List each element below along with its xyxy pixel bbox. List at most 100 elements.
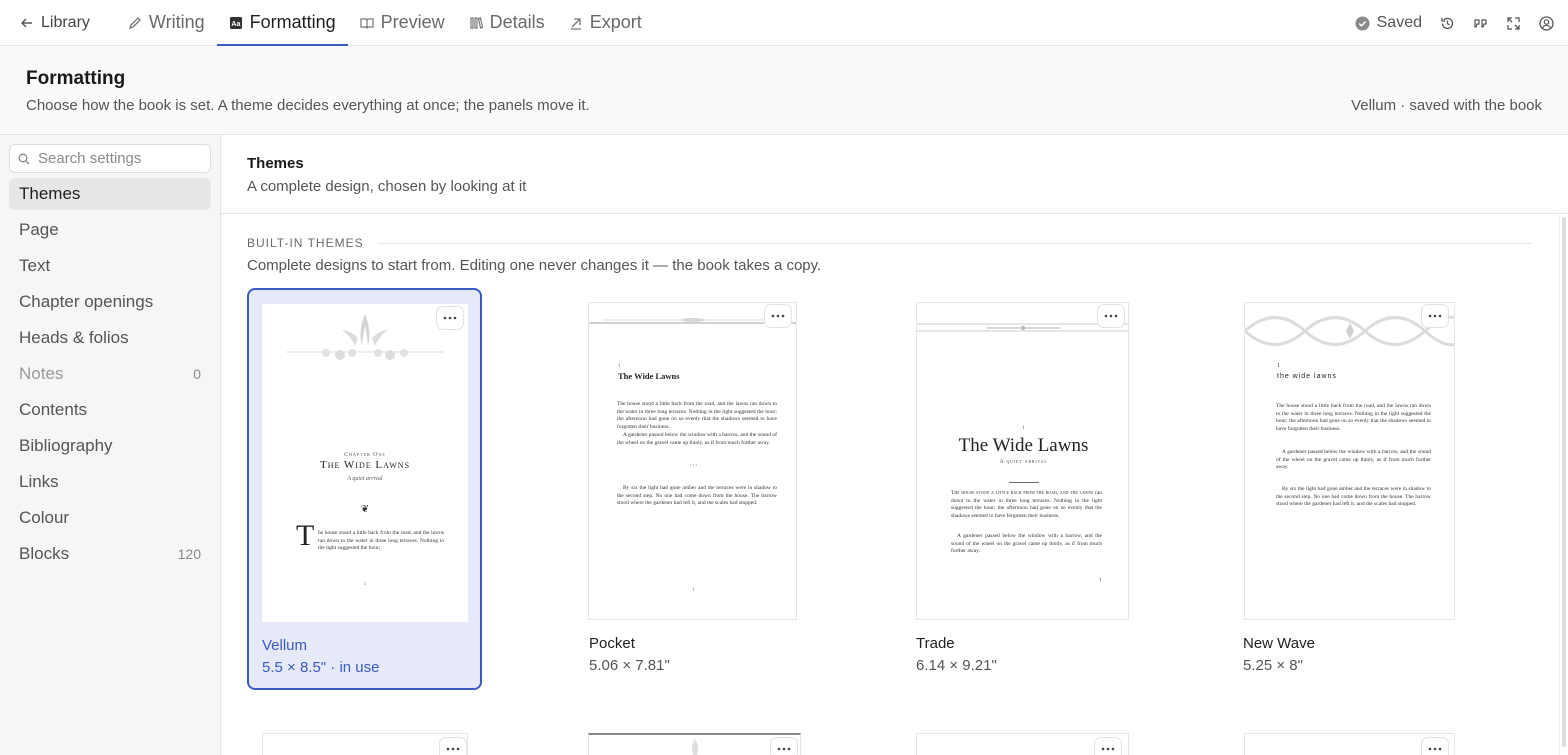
sidebar-item-label: Themes xyxy=(19,184,81,203)
ornament-icon xyxy=(286,314,444,360)
body-text-1: The house stood a little back from the r… xyxy=(617,401,777,430)
folio: 1 xyxy=(1277,363,1280,369)
sidebar-item-notes[interactable]: Notes 0 xyxy=(9,358,211,390)
quote-icon[interactable] xyxy=(1473,16,1488,31)
tab-details[interactable]: Details xyxy=(457,0,557,45)
notes-count: 0 xyxy=(193,366,201,382)
fleuron-icon: ❦ xyxy=(360,504,370,515)
chapter-title: The Wide Lawns xyxy=(319,459,411,471)
more-options-button[interactable] xyxy=(1421,737,1449,755)
sidebar-item-label: Text xyxy=(19,256,51,275)
section-description: A complete design, chosen by looking at … xyxy=(247,178,527,195)
theme-preview-new-wave: 1 the wide lawns The house stood a littl… xyxy=(1244,302,1455,620)
tab-formatting[interactable]: Aa Formatting xyxy=(216,0,348,46)
search-input[interactable] xyxy=(38,150,198,167)
sidebar-item-text[interactable]: Text xyxy=(9,250,211,282)
more-options-button[interactable] xyxy=(1097,304,1125,328)
page-header: Formatting Choose how the book is set. A… xyxy=(0,46,1568,135)
more-icon xyxy=(777,747,791,751)
book-icon xyxy=(360,17,374,29)
tab-export[interactable]: Export xyxy=(557,0,654,45)
theme-preview-trade: 1 The Wide Lawns A quiet arrival The hou… xyxy=(916,302,1129,620)
more-icon xyxy=(1101,747,1115,751)
body-text-3: By six the light had gone amber and the … xyxy=(617,485,777,507)
more-options-button[interactable] xyxy=(1421,304,1449,328)
section-header: Themes A complete design, chosen by look… xyxy=(221,135,1568,214)
sidebar-item-heads-folios[interactable]: Heads & folios xyxy=(9,322,211,354)
theme-size: 5.06 × 7.81" xyxy=(589,657,670,674)
more-icon xyxy=(443,316,457,320)
search-icon xyxy=(18,153,30,164)
chapter-title: the wide lawns xyxy=(1277,373,1337,380)
more-icon xyxy=(1428,314,1442,318)
sidebar-item-blocks[interactable]: Blocks 120 xyxy=(9,538,211,570)
svg-text:Aa: Aa xyxy=(231,21,240,28)
more-icon xyxy=(771,314,785,318)
sidebar-item-contents[interactable]: Contents xyxy=(9,394,211,426)
history-icon[interactable] xyxy=(1440,16,1455,31)
sidebar-item-themes[interactable]: Themes xyxy=(9,178,211,210)
sidebar-item-page[interactable]: Page xyxy=(9,214,211,246)
tab-details-label: Details xyxy=(489,12,545,32)
more-options-button[interactable] xyxy=(439,737,467,755)
divider xyxy=(377,242,1532,244)
divider xyxy=(1009,482,1039,483)
theme-name: Trade xyxy=(916,635,955,652)
theme-card-partial[interactable] xyxy=(262,733,468,755)
chapter-subtitle: A quiet arrival xyxy=(347,476,383,482)
body-text-1: The house stood a little back from the r… xyxy=(951,490,1102,520)
folio-bottom: 1 xyxy=(692,588,695,593)
tab-preview-label: Preview xyxy=(380,12,445,32)
sidebar-item-label: Links xyxy=(19,472,59,491)
library-back-link[interactable]: Library xyxy=(0,0,116,45)
tab-preview[interactable]: Preview xyxy=(348,0,457,45)
theme-card-vellum[interactable]: Chapter One The Wide Lawns A quiet arriv… xyxy=(247,288,482,690)
sidebar-item-label: Chapter openings xyxy=(19,292,154,311)
small-caps-lead: The house stood a little back from the r… xyxy=(951,490,1094,496)
save-status: Saved xyxy=(1355,14,1422,32)
body-text-1: The house stood a little back from the r… xyxy=(1276,403,1431,432)
export-arrow-icon xyxy=(570,17,581,30)
folio: 1 xyxy=(618,364,621,369)
group-label: BUILT-IN THEMES xyxy=(247,236,364,250)
theme-card-pocket[interactable]: 1 The Wide Lawns The house stood a littl… xyxy=(576,288,811,690)
theme-status: Vellum · saved with the book xyxy=(1351,97,1542,114)
tab-writing[interactable]: Writing xyxy=(116,0,217,45)
check-circle-icon xyxy=(1355,16,1370,30)
theme-size: 5.25 × 8" xyxy=(1243,657,1303,674)
scrollbar-thumb[interactable] xyxy=(1562,217,1566,747)
more-options-button[interactable] xyxy=(770,737,798,755)
top-bar: Library Writing Aa Formatting Preview De… xyxy=(0,0,1568,46)
sidebar-item-links[interactable]: Links xyxy=(9,466,211,498)
theme-name: New Wave xyxy=(1243,635,1315,652)
theme-name: Vellum xyxy=(262,637,308,654)
folio: 1 xyxy=(1022,426,1025,431)
group-description: Complete designs to start from. Editing … xyxy=(247,257,822,274)
sidebar-item-colour[interactable]: Colour xyxy=(9,502,211,534)
sidebar-item-bibliography[interactable]: Bibliography xyxy=(9,430,211,462)
theme-size: 5.5 × 8.5" · in use xyxy=(262,659,380,676)
sidebar-item-label: Page xyxy=(19,220,59,239)
page-title: Formatting xyxy=(26,68,126,89)
more-options-button[interactable] xyxy=(764,304,792,328)
theme-card-trade[interactable]: 1 The Wide Lawns A quiet arrival The hou… xyxy=(903,288,1138,690)
theme-name: Pocket xyxy=(589,635,635,652)
theme-card-new-wave[interactable]: 1 the wide lawns The house stood a littl… xyxy=(1230,288,1465,690)
chapter-subtitle: A quiet arrival xyxy=(999,459,1048,465)
sidebar-item-label: Contents xyxy=(19,400,88,419)
fullscreen-icon[interactable] xyxy=(1506,16,1521,31)
more-options-button[interactable] xyxy=(1094,737,1122,755)
body-text-2: A gardener passed below the window with … xyxy=(617,432,777,446)
page-subtitle: Choose how the book is set. A theme deci… xyxy=(26,97,590,114)
account-icon[interactable] xyxy=(1539,15,1554,31)
chapter-label: Chapter One xyxy=(344,452,386,458)
folio: 1 xyxy=(363,582,367,587)
search-box xyxy=(9,144,211,173)
scrollbar[interactable] xyxy=(1559,215,1568,755)
body-text: he house stood a little back from the ro… xyxy=(318,530,444,552)
sidebar-item-label: Notes xyxy=(19,364,64,383)
sidebar-item-chapter-openings[interactable]: Chapter openings xyxy=(9,286,211,318)
body-text-2: A gardener passed below the window with … xyxy=(951,533,1102,555)
more-options-button[interactable] xyxy=(436,306,464,330)
type-icon: Aa xyxy=(229,16,242,29)
